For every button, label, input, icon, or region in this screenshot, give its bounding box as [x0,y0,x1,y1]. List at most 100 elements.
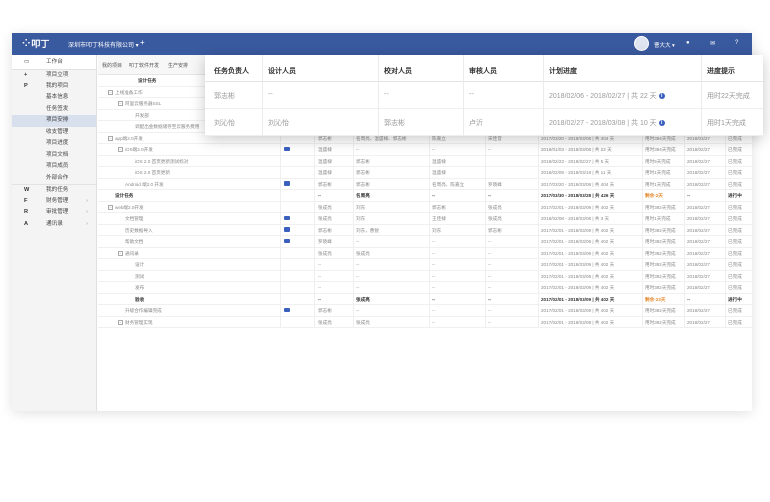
column-divider [725,305,726,316]
column-divider [538,167,539,178]
sidebar-item[interactable]: 项目文档 [12,150,96,162]
column-divider [485,282,486,293]
comment-cell [284,305,312,317]
column-divider [538,155,539,166]
table-row[interactable]: 升级合作编辑完成 郭志彬 -- -- -- 2017/02/01 - 2018/03/09… [98,305,752,317]
collapse-icon[interactable]: − [108,135,113,141]
task-name-cell: − web端2.0开发 [104,202,276,214]
table-row[interactable]: − 财务管理实现 张成亮 张成亮 -- -- 2017/02/01 - 2018/03/09… [98,316,752,328]
table-cell: -- [432,193,436,198]
table-cell: 2018/02/27 [687,147,710,152]
comment-icon[interactable] [284,227,290,232]
add-icon[interactable]: + [140,38,145,47]
table-row[interactable]: − iOS端2.0开发 温盛棣 -- -- -- 2018/01/03 - 2018/03/… [98,144,752,156]
popup-owner: 刘沁怡 [214,120,235,127]
mail-icon[interactable]: ✉ [710,40,715,47]
sidebar-item-label: 收支管理 [46,128,69,135]
column-divider [642,293,643,304]
table-row[interactable]: 设计任务 -- 名周亮 -- -- 2017/03/30 - 2018/03/28 | 共… [98,190,752,202]
info-icon[interactable]: i [658,93,665,99]
column-divider [280,190,281,201]
table-row[interactable]: 发布 -- -- -- -- 2017/02/01 - 2018/03/09 | 共 40… [98,282,752,294]
sidebar-item[interactable]: 项目成员 [12,161,96,173]
sidebar-item[interactable]: 项目安排 [12,115,96,127]
logo[interactable]: ⁘ 叩丁 [22,37,49,50]
comment-icon[interactable] [284,307,290,312]
table-cell: 2017/02/01 - 2018/03/09 | 共 402 天 [541,319,615,325]
info-icon[interactable]: i [658,120,665,126]
sidebar-item[interactable]: F 财务管理 › [12,196,96,208]
task-name: 阿里云服务器SSL [125,101,162,106]
column-divider [684,190,685,201]
sidebar-item-label: 项目文档 [46,151,69,158]
sidebar-item[interactable]: 任务签发 [12,104,96,116]
column-divider [642,305,643,316]
sidebar-item[interactable]: A 通讯录 › [12,219,96,231]
column-divider [485,247,486,258]
table-row[interactable]: 文档管理 张成亮 刘东 王佳棣 张成亮 2018/02/08 - 2018/03/08 |… [98,213,752,225]
sidebar-item[interactable]: P 我的项目 [12,81,96,93]
column-divider [280,316,281,327]
table-cell: 张成亮 [318,319,332,325]
table-row[interactable]: 历史数据导入 郭志彬 刘东，曹锐 刘东 郭志彬 2017/02/01 - 2018/03/… [98,224,752,236]
collapse-icon[interactable]: − [118,147,123,153]
sidebar-item[interactable]: ▭ 工作台 [12,55,96,69]
sidebar-item[interactable]: W 我的任务 [12,184,96,196]
table-row[interactable]: iOS 2.0 首页更新 温盛棣 郭志彬 温盛棣 2018/02/09 - 2018/0… [98,167,752,179]
user-menu[interactable]: 曹大大 ▾ [654,41,675,49]
collapse-icon[interactable]: − [108,89,113,95]
column-divider [642,282,643,293]
breadcrumb-item[interactable]: 生产安排 [168,62,188,69]
collapse-icon[interactable]: − [108,204,113,210]
sidebar-item[interactable]: 基本信息 [12,92,96,104]
table-cell: -- [488,239,492,244]
table-row[interactable]: Android 端2.0 开发 郭志彬 郭志彬 名周亮、陈嘉立 罗晓峰 2017/03/2… [98,178,752,190]
breadcrumb-item[interactable]: 我的项目 [102,62,122,69]
table-cell: 2017/03/20 - 2018/03/08 | 共 404 天 [541,181,615,187]
column-divider [538,282,539,293]
table-cell: 已完成 [728,239,742,244]
avatar[interactable] [634,36,649,51]
table-row[interactable]: − 通讯录 张成亮 张成亮 -- -- 2017/02/01 - 2018/03/09 | … [98,247,752,259]
logo-mark-icon: ⁘ [22,38,30,49]
popup-row[interactable]: 刘沁怡 刘沁怡 郭志彬 卢沂 2018/02/27 - 2018/03/08 |… [205,109,763,136]
column-divider [353,316,354,327]
sidebar-item[interactable]: 收支管理 [12,127,96,139]
sidebar-item[interactable]: 项目进度 [12,138,96,150]
collapse-icon[interactable]: − [118,319,123,325]
table-cell: -- [356,273,360,279]
task-name: iOS端2.0开发 [125,147,153,152]
popup-plan: 2018/02/06 - 2018/02/27 | 共 22 天 i [549,91,665,101]
column-divider [485,178,486,189]
column-divider [538,293,539,304]
column-divider [725,259,726,270]
sidebar-item[interactable]: R 审批管理 › [12,207,96,219]
popup-row[interactable]: 郭志彬 -- -- -- 2018/02/06 - 2018/02/27 | 共… [205,82,763,109]
task-name-cell: 发布 [104,282,276,294]
table-row[interactable]: 测试 -- -- -- -- 2017/02/01 - 2018/03/09 | 共 40… [98,270,752,282]
collapse-icon[interactable]: − [118,250,123,256]
task-name: 设计任务 [115,193,134,198]
column-divider [280,247,281,258]
sidebar-item[interactable]: 外部合作 [12,173,96,185]
table-cell: 用时392天完成 [645,273,676,279]
company-switcher[interactable]: 深圳市叩丁科技有限公司 ▾ [68,40,139,49]
column-divider [538,190,539,201]
comment-icon[interactable] [284,146,290,151]
table-row[interactable]: 帮助文档 罗晓峰 -- -- -- 2017/02/01 - 2018/03/09 | 共… [98,236,752,248]
collapse-icon[interactable]: − [118,101,123,107]
table-row[interactable]: − web端2.0开发 张成亮 刘东 郭志彬 张成亮 2017/02/01 - 2018/0… [98,201,752,214]
task-name: web端2.0开发 [115,204,144,210]
breadcrumb-item[interactable]: 叩丁软件开发 [129,62,159,69]
bell-icon[interactable]: ● [686,40,690,46]
comment-icon[interactable] [284,181,290,186]
sidebar-item[interactable]: + 项目立项 [12,69,96,81]
sidebar-item-key: P [24,82,28,89]
help-icon[interactable]: ? [735,40,738,46]
table-row[interactable]: 设计 -- -- -- -- 2017/02/01 - 2018/03/09 | 共 40… [98,259,752,271]
table-row[interactable]: 验收 -- 张成亮 -- -- 2017/02/01 - 2018/03/09 | 共 4… [98,293,752,305]
task-name-cell: 文档管理 [104,213,276,225]
comment-icon[interactable] [284,238,290,243]
comment-icon[interactable] [284,215,290,220]
table-row[interactable]: iOS 2.0 首页更新测试标对 温盛棣 郭志彬 温盛棣 2018/02/23 - 20… [98,155,752,167]
